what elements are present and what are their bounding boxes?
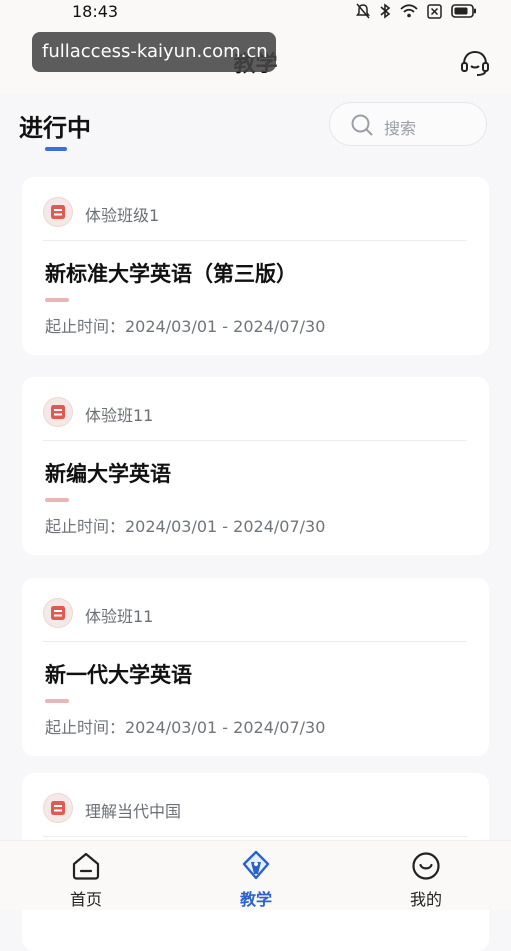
sim-off-icon xyxy=(427,3,442,19)
status-time: 18:43 xyxy=(72,2,119,21)
course-accent-bar xyxy=(45,298,69,302)
search-icon xyxy=(351,114,373,136)
bluetooth-icon xyxy=(380,3,391,19)
search-input[interactable]: 搜索 xyxy=(329,102,487,146)
status-bar: 18:43 xyxy=(0,0,511,24)
course-card[interactable]: 体验班11 新编大学英语 起止时间：2024/03/01 - 2024/07/3… xyxy=(22,377,489,555)
course-accent-bar xyxy=(45,498,69,502)
class-icon xyxy=(51,405,65,419)
tab-label: 首页 xyxy=(69,890,102,909)
class-badge xyxy=(43,793,73,823)
course-card[interactable]: 体验班级1 新标准大学英语（第三版） 起止时间：2024/03/01 - 202… xyxy=(22,177,489,355)
section-underline xyxy=(45,147,67,151)
tab-label: 教学 xyxy=(239,890,272,909)
section-title-in-progress: 进行中 xyxy=(19,114,91,142)
class-name: 体验班11 xyxy=(85,406,154,425)
divider xyxy=(43,440,467,441)
search-placeholder: 搜索 xyxy=(384,119,417,138)
tab-label: 我的 xyxy=(409,890,442,909)
url-overlay: fullaccess-kaiyun.com.cn xyxy=(32,32,276,72)
bottom-tab-bar: 首页 教学 我的 xyxy=(0,840,511,910)
class-badge xyxy=(43,197,73,227)
course-dates: 起止时间：2024/03/01 - 2024/07/30 xyxy=(45,718,326,737)
teaching-icon xyxy=(242,850,270,880)
divider xyxy=(43,240,467,241)
course-dates: 起止时间：2024/03/01 - 2024/07/30 xyxy=(45,317,326,336)
course-dates: 起止时间：2024/03/01 - 2024/07/30 xyxy=(45,517,326,536)
headset-icon xyxy=(461,50,489,76)
divider xyxy=(43,641,467,642)
profile-icon xyxy=(412,852,440,880)
home-icon xyxy=(72,852,100,880)
battery-icon xyxy=(451,4,476,18)
divider xyxy=(43,836,467,837)
class-name: 理解当代中国 xyxy=(85,802,182,821)
status-icons xyxy=(356,3,477,19)
class-name: 体验班级1 xyxy=(85,206,160,225)
class-icon xyxy=(51,801,65,815)
customer-service-button[interactable] xyxy=(459,47,491,79)
course-accent-bar xyxy=(45,699,69,703)
course-card[interactable]: 体验班11 新一代大学英语 起止时间：2024/03/01 - 2024/07/… xyxy=(22,578,489,756)
mute-bell-icon xyxy=(356,3,370,19)
tab-teaching[interactable]: 教学 xyxy=(196,841,316,911)
tab-home[interactable]: 首页 xyxy=(26,841,146,911)
tab-profile[interactable]: 我的 xyxy=(366,841,486,911)
class-icon xyxy=(51,606,65,620)
class-name: 体验班11 xyxy=(85,607,154,626)
wifi-icon xyxy=(400,4,418,18)
class-icon xyxy=(51,205,65,219)
course-title: 新编大学英语 xyxy=(45,462,171,486)
class-badge xyxy=(43,397,73,427)
class-badge xyxy=(43,598,73,628)
course-title: 新标准大学英语（第三版） xyxy=(45,262,297,286)
course-title: 新一代大学英语 xyxy=(45,663,192,687)
